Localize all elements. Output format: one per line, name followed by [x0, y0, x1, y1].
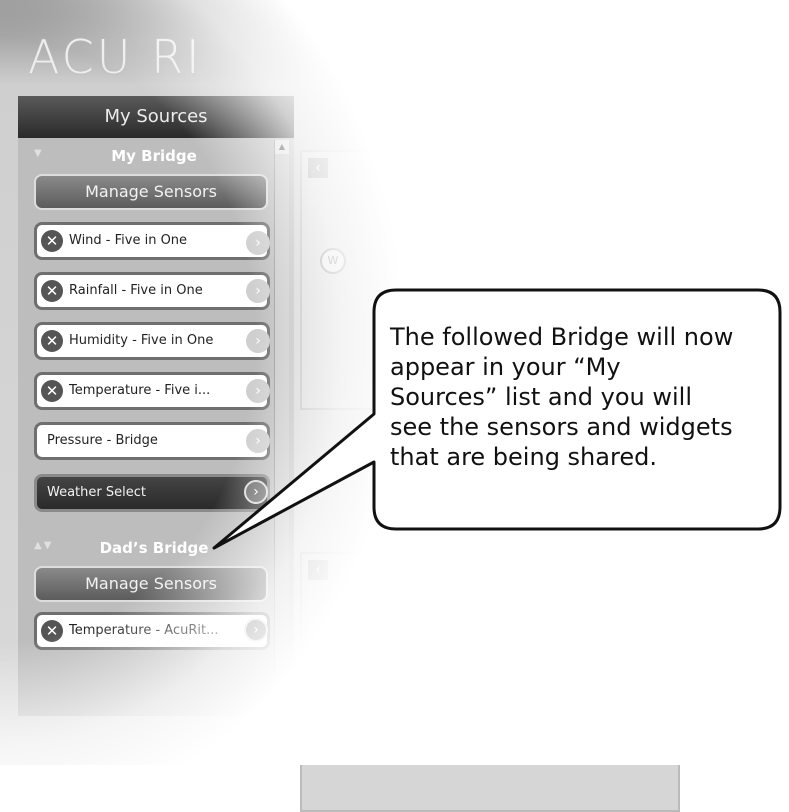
- callout-text: The followed Bridge will now appear in y…: [390, 322, 770, 472]
- callout-line: Sources” list and you will: [390, 383, 693, 411]
- callout-line: that are being shared.: [390, 443, 657, 471]
- callout-line: see the sensors and widgets: [390, 413, 733, 441]
- callout-line: The followed Bridge will now: [390, 323, 734, 351]
- callout-line: appear in your “My: [390, 353, 621, 381]
